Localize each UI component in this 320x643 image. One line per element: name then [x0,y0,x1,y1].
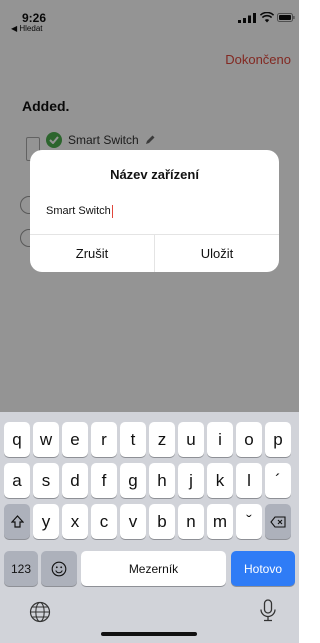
emoji-icon [51,561,67,576]
key-q[interactable]: q [4,422,30,457]
cancel-button[interactable]: Zrušit [30,234,154,272]
key-o[interactable]: o [236,422,262,457]
backspace-icon [270,515,286,528]
numbers-key[interactable]: 123 [4,551,38,586]
key-d[interactable]: d [62,463,88,498]
microphone-icon[interactable] [258,599,278,623]
key-y[interactable]: y [33,504,59,539]
space-key[interactable]: Mezerník [81,551,226,586]
shift-key[interactable] [4,504,30,539]
key-v[interactable]: v [120,504,146,539]
home-indicator[interactable] [101,632,197,636]
key-t[interactable]: t [120,422,146,457]
key-x[interactable]: x [62,504,88,539]
key-l[interactable]: l [236,463,262,498]
key-k[interactable]: k [207,463,233,498]
key-a[interactable]: a [4,463,30,498]
key-h[interactable]: h [149,463,175,498]
key-u[interactable]: u [178,422,204,457]
key-s[interactable]: s [33,463,59,498]
device-name-input[interactable]: Smart Switch [46,203,266,219]
dialog-title: Název zařízení [110,167,199,182]
text-cursor [111,204,114,218]
emoji-key[interactable] [41,551,77,586]
key-acute[interactable]: ´ [265,463,291,498]
device-name-input-value: Smart Switch [46,205,111,217]
shift-icon [10,515,24,528]
key-e[interactable]: e [62,422,88,457]
key-j[interactable]: j [178,463,204,498]
key-i[interactable]: i [207,422,233,457]
globe-icon[interactable] [29,601,51,623]
key-r[interactable]: r [91,422,117,457]
key-g[interactable]: g [120,463,146,498]
key-z[interactable]: z [149,422,175,457]
save-button[interactable]: Uložit [155,234,279,272]
key-m[interactable]: m [207,504,233,539]
screen: 9:26 ◀ Hledat Dokončeno Added. Smart Swi… [0,0,299,643]
key-caron[interactable]: ˇ [236,504,262,539]
rename-dialog: Název zařízení Smart Switch Zrušit Uloži… [30,150,279,272]
return-key[interactable]: Hotovo [231,551,295,586]
key-p[interactable]: p [265,422,291,457]
key-w[interactable]: w [33,422,59,457]
backspace-key[interactable] [265,504,291,539]
key-n[interactable]: n [178,504,204,539]
key-f[interactable]: f [91,463,117,498]
key-b[interactable]: b [149,504,175,539]
key-c[interactable]: c [91,504,117,539]
